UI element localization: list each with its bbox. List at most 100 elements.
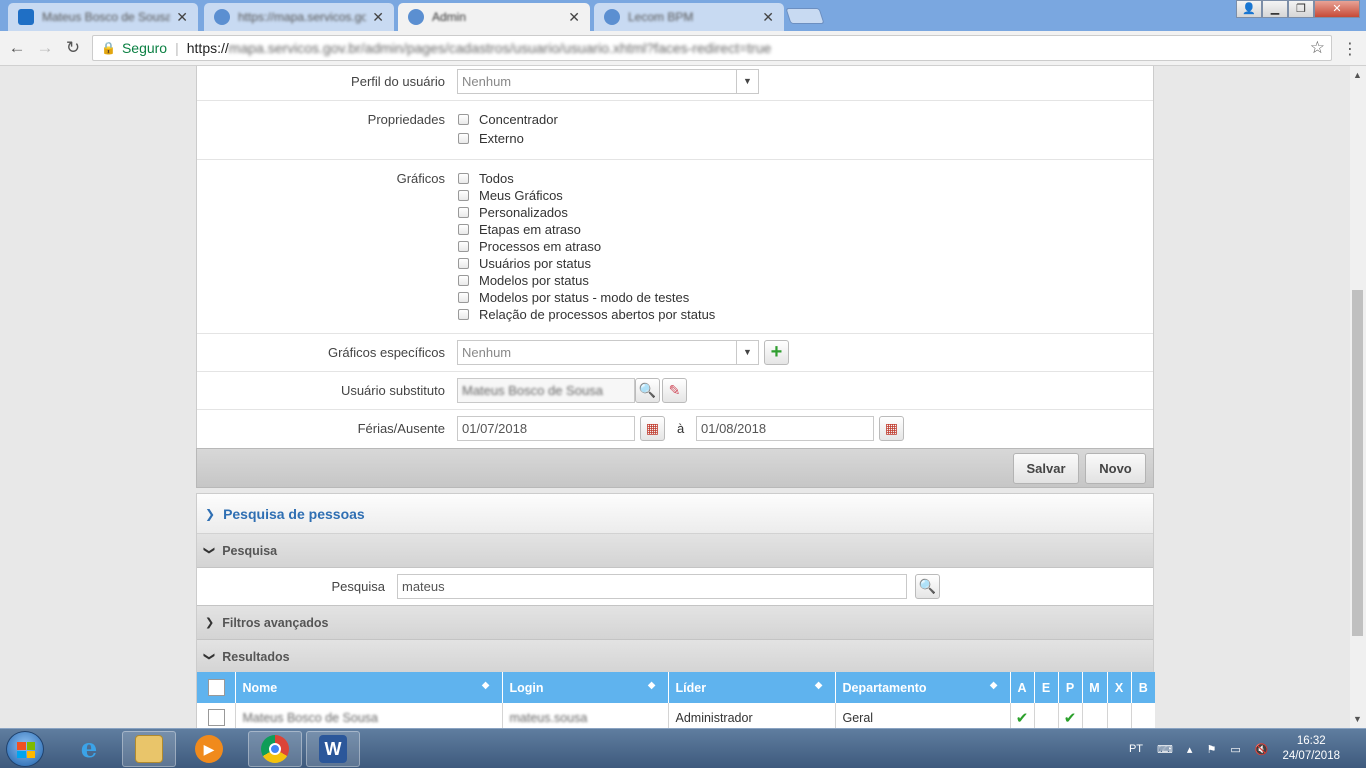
volume-muted-icon[interactable]: 🔇 <box>1255 743 1269 756</box>
globe-icon <box>604 9 620 25</box>
chevron-down-icon: ❯ <box>203 545 216 556</box>
browser-tab-lecom[interactable]: Lecom BPM ✕ <box>594 3 784 31</box>
checkbox-label: Modelos por status <box>479 273 589 288</box>
graficos-especificos-select[interactable]: Nenhum ▼ <box>457 340 759 365</box>
checkbox-modelos-status[interactable]: Modelos por status <box>458 273 589 288</box>
close-tab-icon[interactable]: ✕ <box>762 9 774 26</box>
column-header-e[interactable]: E <box>1034 672 1059 703</box>
close-tab-icon[interactable]: ✕ <box>372 9 384 26</box>
login-value: mateus.sousa <box>509 710 588 725</box>
row-select-cell <box>197 703 236 728</box>
column-header-b[interactable]: B <box>1131 672 1155 703</box>
checkbox-externo[interactable]: Externo <box>458 131 524 146</box>
results-section-header[interactable]: ❯ Resultados <box>197 640 1153 674</box>
checkbox-relacao-processos[interactable]: Relação de processos abertos por status <box>458 307 715 322</box>
checkbox-todos[interactable]: Todos <box>458 171 514 186</box>
network-icon[interactable]: ▭ <box>1230 743 1240 756</box>
taskbar-media-player[interactable]: ▶ <box>182 731 236 767</box>
search-icon: 🔍 <box>918 578 937 594</box>
checkbox-concentrador[interactable]: Concentrador <box>458 112 558 127</box>
system-tray: PT ⌨ ▴ ⚑ ▭ 🔇 16:32 24/07/2018 <box>1129 729 1366 768</box>
sort-icon: ◆ <box>647 680 656 691</box>
taskbar-chrome[interactable] <box>248 731 302 767</box>
checkbox-meus-graficos[interactable]: Meus Gráficos <box>458 188 563 203</box>
tab-title: https://mapa.servicos.gov <box>238 10 367 24</box>
user-icon[interactable]: 👤 <box>1236 0 1262 18</box>
scrollbar-thumb[interactable] <box>1352 290 1363 636</box>
eraser-icon: ✎ <box>668 382 681 398</box>
lock-icon: 🔒 <box>101 41 116 55</box>
close-tab-icon[interactable]: ✕ <box>568 9 580 26</box>
cell-lider: Administrador <box>668 703 836 728</box>
clock[interactable]: 16:32 24/07/2018 <box>1282 734 1340 764</box>
column-header-lider[interactable]: Líder ◆ <box>668 672 836 703</box>
column-header-a[interactable]: A <box>1010 672 1035 703</box>
calendar-from-button[interactable]: ▦ <box>640 416 665 441</box>
usuario-substituto-input[interactable]: Mateus Bosco de Sousa <box>457 378 635 403</box>
taskbar-explorer[interactable] <box>122 731 176 767</box>
maximize-button[interactable]: ❐ <box>1288 0 1314 18</box>
action-center-flag-icon[interactable]: ⚑ <box>1206 743 1216 756</box>
calendar-to-button[interactable]: ▦ <box>879 416 904 441</box>
filters-section-header[interactable]: ❯ Filtros avançados <box>197 606 1153 640</box>
checkbox-processos-atraso[interactable]: Processos em atraso <box>458 239 601 254</box>
column-header-m[interactable]: M <box>1082 672 1108 703</box>
reload-icon[interactable]: ↻ <box>62 38 84 58</box>
graficos-row: Gráficos Todos Meus Gráficos Personaliza… <box>197 160 1153 334</box>
menu-dots-icon[interactable]: ⋮ <box>1342 39 1358 59</box>
new-button[interactable]: Novo <box>1085 453 1146 484</box>
checkbox-personalizados[interactable]: Personalizados <box>458 205 568 220</box>
table-row[interactable]: Mateus Bosco de Sousa mateus.sousa Admin… <box>197 703 1155 728</box>
checkbox-etapas-atraso[interactable]: Etapas em atraso <box>458 222 581 237</box>
taskbar-word[interactable]: W <box>306 731 360 767</box>
forward-arrow-icon[interactable]: → <box>34 38 56 58</box>
cell-departamento: Geral <box>835 703 1011 728</box>
search-section-header[interactable]: ❯ Pesquisa <box>197 534 1153 568</box>
minimize-button[interactable]: ▁ <box>1262 0 1288 18</box>
address-bar[interactable]: 🔒 Seguro | https://mapa.servicos.gov.br/… <box>92 35 1332 61</box>
ferias-to-input[interactable]: 01/08/2018 <box>696 416 874 441</box>
taskbar-ie[interactable]: e <box>62 731 116 767</box>
keyboard-icon[interactable]: ⌨ <box>1157 743 1173 756</box>
scroll-down-icon[interactable]: ▼ <box>1353 714 1362 724</box>
search-people-header[interactable]: ❯ Pesquisa de pessoas <box>197 494 1153 534</box>
column-header-departamento[interactable]: Departamento ◆ <box>835 672 1011 703</box>
clear-user-button[interactable]: ✎ <box>662 378 687 403</box>
select-all-header <box>197 672 236 703</box>
column-header-login[interactable]: Login ◆ <box>502 672 669 703</box>
language-indicator[interactable]: PT <box>1129 743 1143 755</box>
vertical-scrollbar[interactable]: ▲ ▼ <box>1350 66 1366 728</box>
save-button[interactable]: Salvar <box>1013 453 1079 484</box>
browser-tab-outlook[interactable]: Mateus Bosco de Sousa ✕ <box>8 3 198 31</box>
section-title: Filtros avançados <box>222 615 329 630</box>
chevron-down-icon: ▼ <box>736 70 758 93</box>
show-hidden-icons-icon[interactable]: ▴ <box>1187 743 1193 756</box>
start-button[interactable] <box>6 731 44 767</box>
checkbox-modelos-testes[interactable]: Modelos por status - modo de testes <box>458 290 689 305</box>
browser-tab-admin[interactable]: Admin ✕ <box>398 3 590 31</box>
column-header-x[interactable]: X <box>1107 672 1132 703</box>
perfil-value: Nenhum <box>462 74 512 89</box>
search-user-button[interactable]: 🔍 <box>635 378 660 403</box>
back-arrow-icon[interactable]: ← <box>6 38 28 58</box>
globe-icon <box>214 9 230 25</box>
scroll-up-icon[interactable]: ▲ <box>1353 70 1362 80</box>
row-checkbox[interactable] <box>208 709 225 726</box>
bookmark-star-icon[interactable]: ☆ <box>1310 38 1325 58</box>
search-input[interactable]: mateus <box>397 574 907 599</box>
checkbox-usuarios-status[interactable]: Usuários por status <box>458 256 591 271</box>
search-row: Pesquisa mateus 🔍 <box>197 568 1153 606</box>
close-window-button[interactable]: ✕ <box>1314 0 1360 18</box>
search-button[interactable]: 🔍 <box>915 574 940 599</box>
add-grafico-button[interactable]: + <box>764 340 789 365</box>
close-tab-icon[interactable]: ✕ <box>176 9 188 26</box>
cell-login: mateus.sousa <box>502 703 669 728</box>
new-tab-button[interactable] <box>785 8 825 24</box>
perfil-select[interactable]: Nenhum ▼ <box>457 69 759 94</box>
column-header-nome[interactable]: Nome ◆ <box>235 672 503 703</box>
select-all-checkbox[interactable] <box>208 679 225 696</box>
column-header-p[interactable]: P <box>1058 672 1083 703</box>
browser-tab-mapa[interactable]: https://mapa.servicos.gov ✕ <box>204 3 394 31</box>
ferias-from-input[interactable]: 01/07/2018 <box>457 416 635 441</box>
clock-time: 16:32 <box>1296 735 1326 747</box>
